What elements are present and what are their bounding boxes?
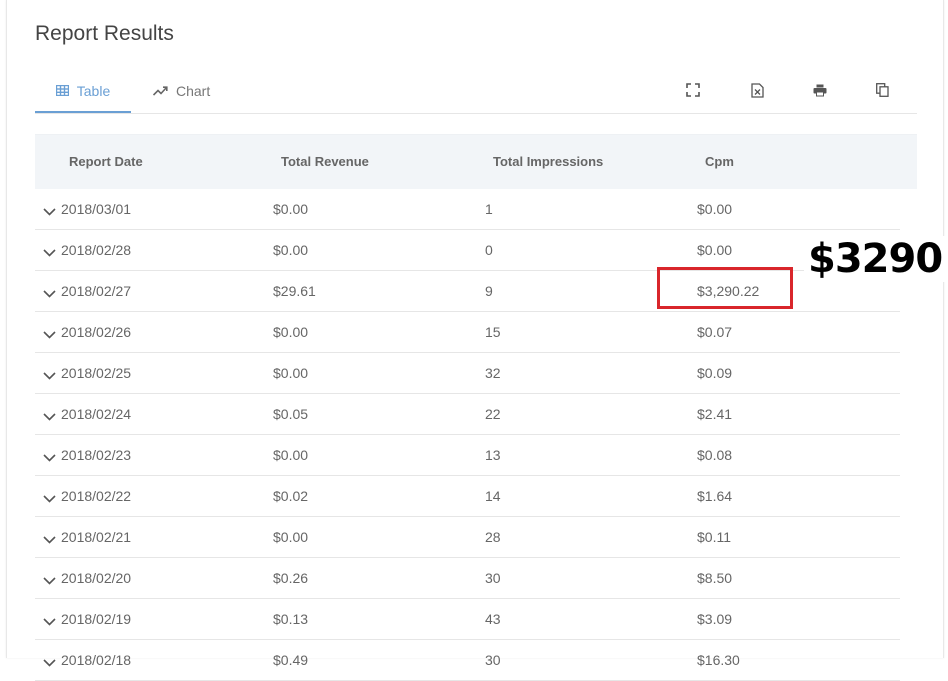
report-table: Report Date Total Revenue Total Impressi… [35, 134, 917, 681]
table-row[interactable]: 2018/02/24 $0.05 22 $2.41 [35, 394, 900, 435]
cell-total-impressions: 22 [485, 406, 501, 422]
cell-cpm: $0.07 [697, 324, 733, 340]
table-row[interactable]: 2018/02/28 $0.00 0 $0.00 [35, 230, 900, 271]
cell-total-revenue: $0.00 [273, 324, 309, 340]
table-row[interactable]: 2018/02/20 $0.26 30 $8.50 [35, 558, 900, 599]
cell-total-impressions: 1 [485, 201, 493, 217]
page-title: Report Results [35, 22, 174, 45]
cell-report-date: 2018/02/26 [61, 324, 132, 340]
cell-report-date: 2018/02/24 [61, 406, 132, 422]
cell-cpm: $0.00 [697, 242, 733, 258]
column-header-total-revenue[interactable]: Total Revenue [281, 154, 369, 169]
cell-total-impressions: 13 [485, 447, 501, 463]
cell-cpm: $0.08 [697, 447, 733, 463]
cell-total-impressions: 32 [485, 365, 501, 381]
chevron-down-icon[interactable] [43, 244, 56, 260]
cell-report-date: 2018/02/23 [61, 447, 132, 463]
trend-icon [153, 86, 168, 96]
excel-export-icon[interactable] [747, 80, 767, 100]
cell-total-revenue: $0.49 [273, 652, 309, 668]
table-row[interactable]: 2018/02/23 $0.00 13 $0.08 [35, 435, 900, 476]
cell-cpm: $1.64 [697, 488, 733, 504]
table-row[interactable]: 2018/02/18 $0.49 30 $16.30 [35, 640, 900, 681]
report-panel: Report Results Table Chart Report Date T… [6, 0, 944, 681]
chevron-down-icon[interactable] [43, 326, 56, 342]
cell-cpm: $0.11 [697, 529, 731, 545]
cell-report-date: 2018/02/22 [61, 488, 132, 504]
column-header-total-impressions[interactable]: Total Impressions [493, 154, 603, 169]
cell-report-date: 2018/02/18 [61, 652, 132, 668]
chevron-down-icon[interactable] [43, 285, 56, 301]
chevron-down-icon[interactable] [43, 408, 56, 424]
cell-report-date: 2018/02/25 [61, 365, 132, 381]
cell-total-revenue: $0.26 [273, 570, 309, 586]
fullscreen-icon[interactable] [683, 80, 703, 100]
chevron-down-icon[interactable] [43, 203, 56, 219]
table-row[interactable]: 2018/02/22 $0.02 14 $1.64 [35, 476, 900, 517]
table-header: Report Date Total Revenue Total Impressi… [35, 134, 917, 189]
cell-report-date: 2018/02/21 [61, 529, 132, 545]
cell-total-revenue: $0.00 [273, 365, 309, 381]
cell-cpm: $3.09 [697, 611, 733, 627]
table-row[interactable]: 2018/02/26 $0.00 15 $0.07 [35, 312, 900, 353]
cell-total-impressions: 30 [485, 570, 501, 586]
grid-icon [55, 85, 69, 96]
chevron-down-icon[interactable] [43, 367, 56, 383]
cpm-annotation: $3290 [804, 236, 947, 282]
cell-total-revenue: $0.00 [273, 201, 309, 217]
cell-total-revenue: $0.05 [273, 406, 309, 422]
copy-icon[interactable] [872, 80, 892, 100]
cell-total-impressions: 9 [485, 283, 493, 299]
print-icon[interactable] [810, 80, 830, 100]
chevron-down-icon[interactable] [43, 490, 56, 506]
column-header-report-date[interactable]: Report Date [69, 154, 143, 169]
chevron-down-icon[interactable] [43, 613, 56, 629]
cell-total-revenue: $29.61 [273, 283, 316, 299]
cell-report-date: 2018/02/28 [61, 242, 132, 258]
table-row[interactable]: 2018/02/19 $0.13 43 $3.09 [35, 599, 900, 640]
cell-report-date: 2018/03/01 [61, 201, 132, 217]
cell-total-impressions: 43 [485, 611, 501, 627]
chevron-down-icon[interactable] [43, 654, 56, 670]
view-tabs: Table Chart [35, 70, 917, 114]
cell-total-impressions: 14 [485, 488, 501, 504]
cell-total-revenue: $0.00 [273, 447, 309, 463]
chevron-down-icon[interactable] [43, 449, 56, 465]
cell-cpm: $0.00 [697, 201, 733, 217]
tab-table-label: Table [76, 82, 111, 99]
cpm-highlight-box [657, 267, 793, 309]
cell-total-impressions: 28 [485, 529, 501, 545]
cell-total-revenue: $0.00 [273, 242, 309, 258]
cell-cpm: $0.09 [697, 365, 733, 381]
cell-total-revenue: $0.13 [273, 611, 309, 627]
cell-cpm: $2.41 [697, 406, 733, 422]
cell-cpm: $16.30 [697, 652, 740, 668]
cell-cpm: $8.50 [697, 570, 733, 586]
chevron-down-icon[interactable] [43, 531, 56, 547]
table-row[interactable]: 2018/02/21 $0.00 28 $0.11 [35, 517, 900, 558]
cell-report-date: 2018/02/19 [61, 611, 132, 627]
cell-total-impressions: 30 [485, 652, 501, 668]
tab-table[interactable]: Table [35, 70, 131, 113]
cell-total-revenue: $0.00 [273, 529, 309, 545]
chevron-down-icon[interactable] [43, 572, 56, 588]
table-row[interactable]: 2018/03/01 $0.00 1 $0.00 [35, 189, 900, 230]
tab-chart[interactable]: Chart [153, 70, 217, 112]
tab-chart-label: Chart [176, 83, 211, 99]
cell-report-date: 2018/02/27 [61, 283, 132, 299]
column-header-cpm[interactable]: Cpm [705, 154, 734, 169]
table-body: 2018/03/01 $0.00 1 $0.00 2018/02/28 $0.00 0 $0.… [35, 189, 917, 681]
cell-total-impressions: 15 [485, 324, 501, 340]
table-row[interactable]: 2018/02/25 $0.00 32 $0.09 [35, 353, 900, 394]
cell-report-date: 2018/02/20 [61, 570, 132, 586]
cell-total-impressions: 0 [485, 242, 493, 258]
cell-total-revenue: $0.02 [273, 488, 309, 504]
